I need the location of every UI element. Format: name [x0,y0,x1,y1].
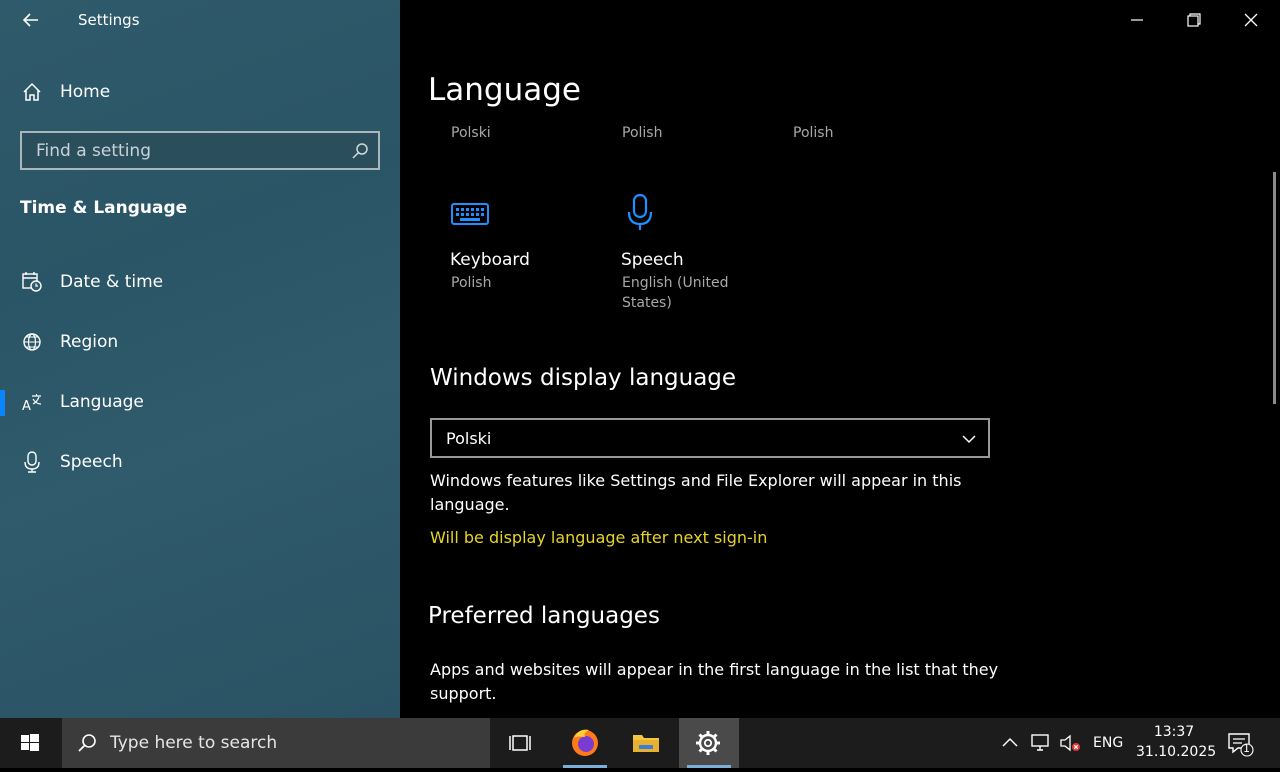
microphone-icon [627,193,653,230]
preferred-languages-description: Apps and websites will appear in the fir… [430,660,999,703]
gear-icon [696,731,720,755]
clock-date: 31.10.2025 [1136,744,1217,760]
calendar-clock-icon [22,272,42,292]
back-button[interactable] [18,8,44,32]
sidebar-item-speech[interactable]: Speech [0,442,400,482]
language-tile-sub[interactable]: Polish [622,125,662,141]
find-setting-input[interactable] [22,133,342,168]
minimize-icon[interactable] [1125,8,1149,32]
taskbar: Type here to search ENG 13:37 31.10.2025… [0,718,1280,768]
sidebar-item-language[interactable]: A Language [0,382,400,422]
sidebar-item-date-time[interactable]: Date & time [0,262,400,302]
language-icon: A [22,394,42,414]
main-content: Language Polski Polish Polish Keyboard P… [400,0,1280,718]
notification-center-button[interactable]: 1 [1222,726,1258,760]
notification-icon [1228,733,1254,757]
speech-tile-sub: English (United [622,275,729,291]
taskbar-firefox[interactable] [555,718,615,768]
restore-icon[interactable] [1182,8,1206,32]
microphone-icon [24,451,40,473]
sidebar-item-label: Language [60,392,144,412]
language-tile-sub[interactable]: Polish [793,125,833,141]
back-arrow-icon [22,13,38,27]
taskbar-file-explorer[interactable] [616,718,676,768]
active-indicator [0,390,5,416]
keyboard-icon [451,203,489,225]
search-icon[interactable] [350,141,370,161]
firefox-icon [572,729,598,756]
taskbar-search[interactable]: Type here to search [62,718,490,768]
sidebar-item-label: Region [60,332,119,352]
language-tile-sub[interactable]: Polski [451,125,491,141]
page-title: Language [428,72,581,108]
dropdown-selected-value: Polski [446,429,492,448]
nav-home-label: Home [60,82,111,102]
section-title: Time & Language [20,198,188,218]
app-title: Settings [78,11,140,29]
network-icon[interactable] [1029,732,1053,754]
search-icon [78,734,96,752]
start-button[interactable] [0,718,60,768]
notification-count: 1 [1243,742,1250,755]
settings-sidebar: Settings Home Time & Language Date & tim… [0,0,400,718]
volume-muted-icon[interactable] [1058,732,1082,754]
keyboard-tile-label: Keyboard [450,250,530,270]
display-language-note: Will be display language after next sign… [430,528,768,547]
speech-tile-label: Speech [621,250,684,270]
chevron-down-icon [962,435,976,444]
display-language-heading: Windows display language [430,365,737,391]
preferred-languages-heading: Preferred languages [428,603,660,629]
task-view-button[interactable] [492,718,552,768]
nav-home[interactable]: Home [0,72,400,112]
sidebar-item-label: Date & time [60,272,164,292]
task-view-icon [509,735,531,751]
input-language-indicator[interactable]: ENG [1093,735,1123,751]
globe-icon [23,333,41,351]
sidebar-item-region[interactable]: Region [0,322,400,362]
find-setting-search[interactable] [20,131,380,170]
clock-time: 13:37 [1153,724,1195,740]
keyboard-tile-sub: Polish [451,275,492,291]
taskbar-search-placeholder: Type here to search [110,733,278,753]
home-icon [23,82,41,101]
svg-text:A: A [22,399,31,414]
chevron-up-icon[interactable] [1000,734,1020,752]
speech-tile-sub: States) [622,295,672,311]
close-icon[interactable] [1239,8,1263,32]
taskbar-settings[interactable] [679,718,739,768]
windows-logo-icon [21,734,39,751]
display-language-dropdown[interactable]: Polski [430,418,990,458]
display-language-description: Windows features like Settings and File … [430,471,962,514]
taskbar-clock[interactable]: 13:37 31.10.2025 [1136,722,1217,762]
folder-icon [633,735,659,752]
sidebar-item-label: Speech [60,452,123,472]
scrollbar[interactable] [1273,172,1276,404]
